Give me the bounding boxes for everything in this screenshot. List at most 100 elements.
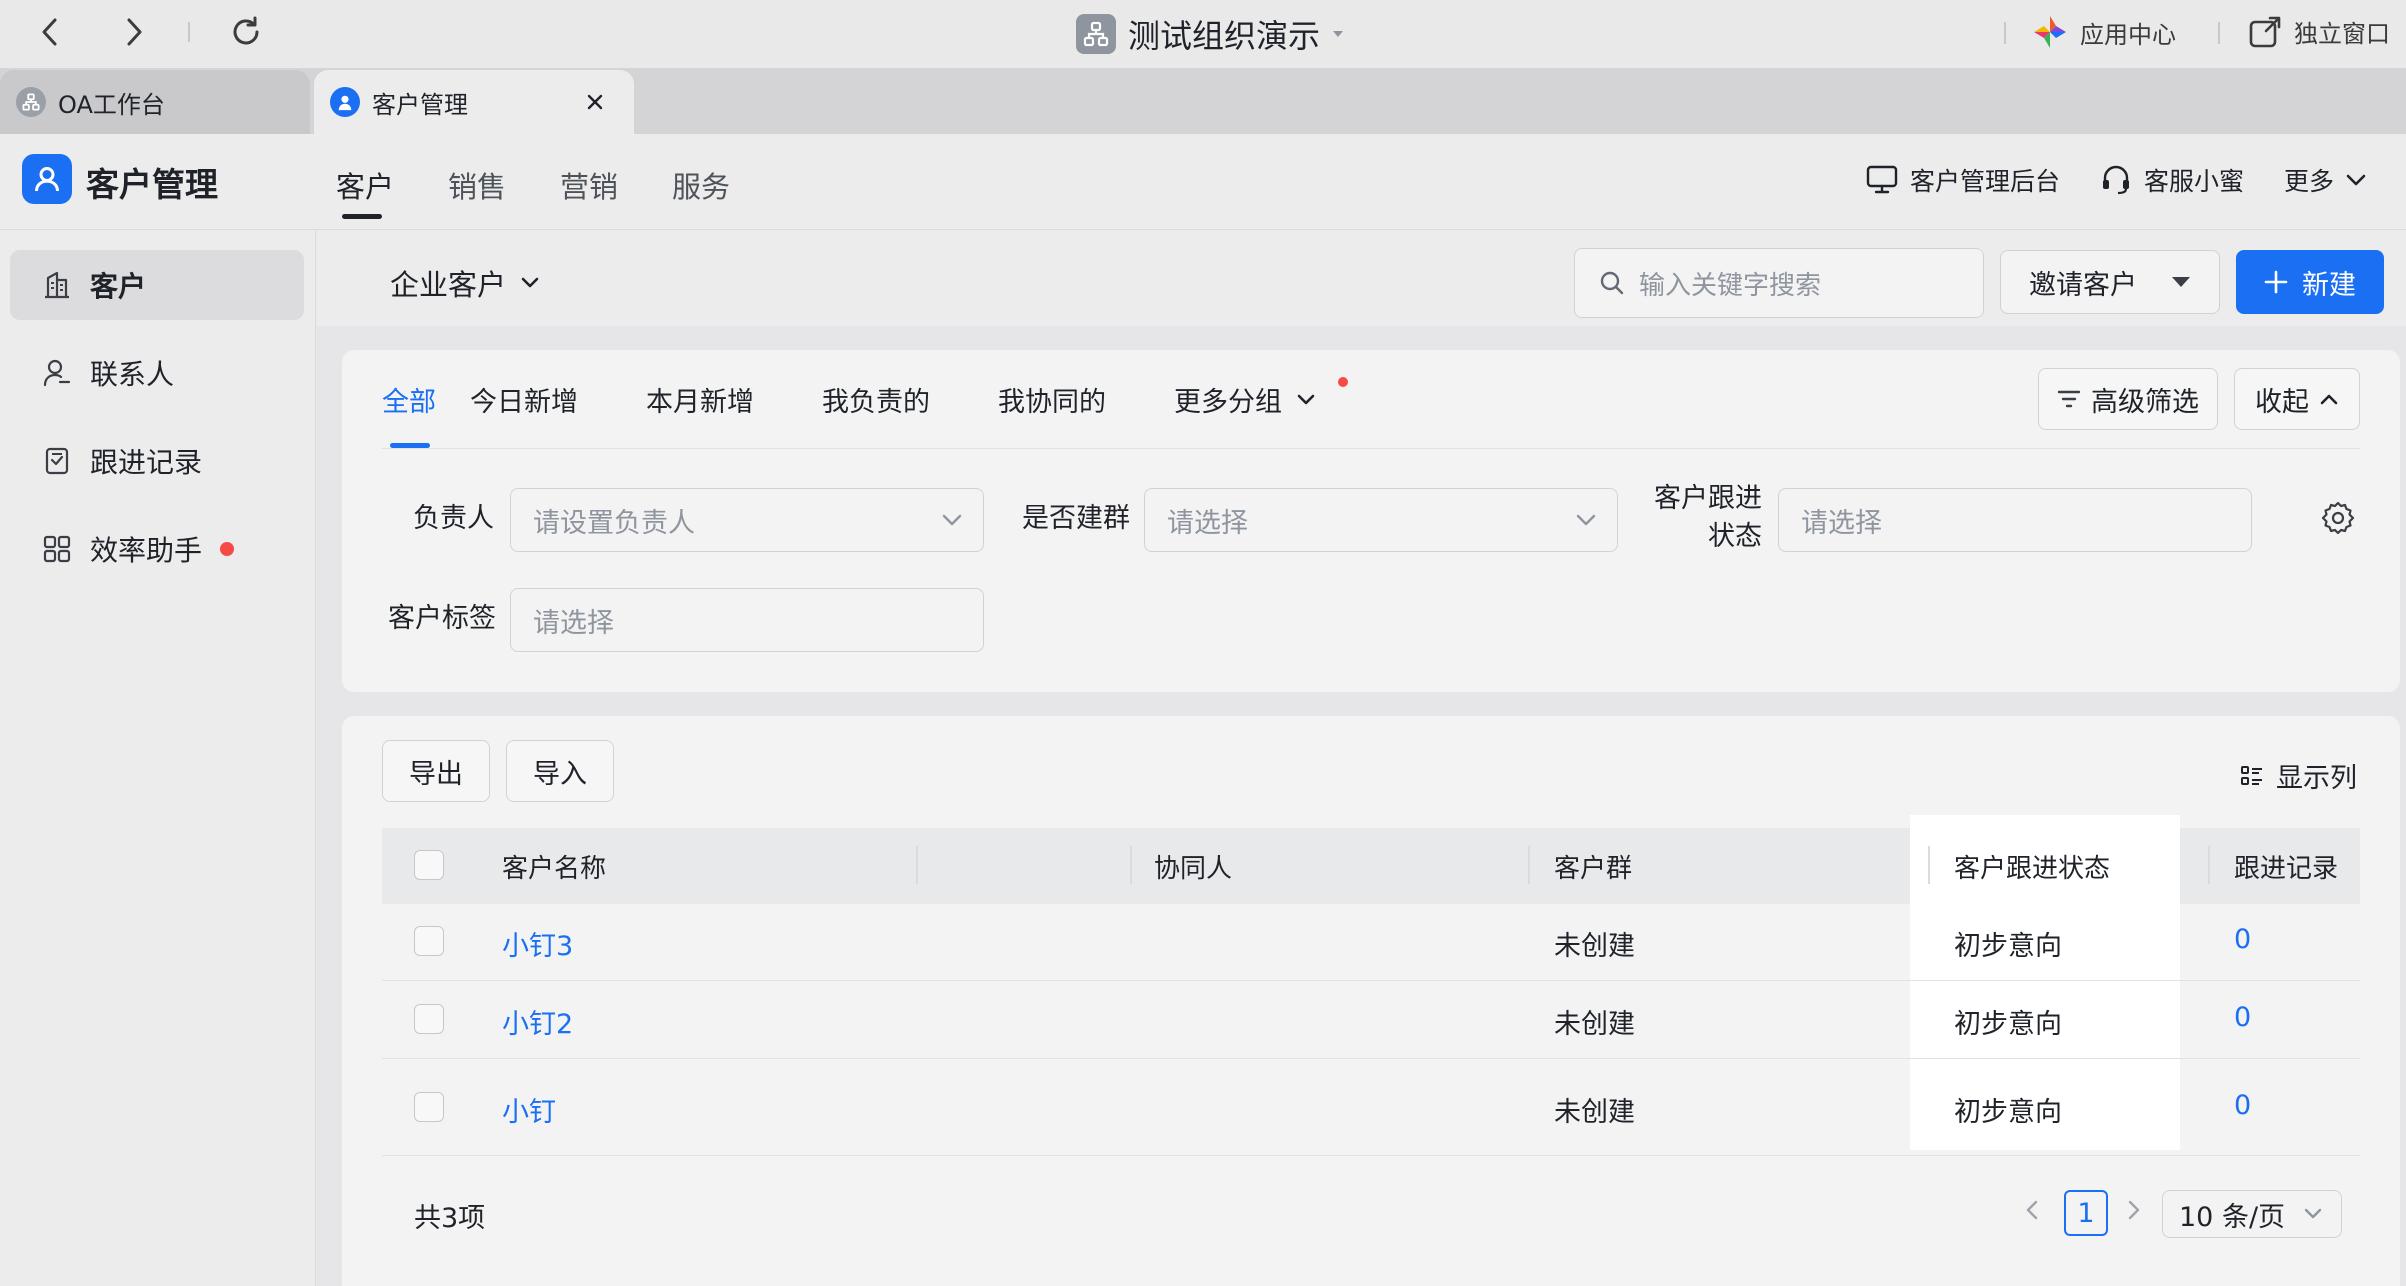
tab-month-new[interactable]: 本月新增 — [646, 380, 754, 419]
org-tree-icon — [1076, 14, 1116, 54]
forward-button[interactable] — [110, 8, 158, 56]
back-button[interactable] — [26, 8, 74, 56]
column-divider[interactable] — [916, 846, 918, 884]
org-tree-icon — [16, 87, 46, 117]
chevron-down-icon — [2304, 1208, 2322, 1219]
more-menu-button[interactable]: 更多 — [2284, 162, 2366, 198]
more-label: 更多 — [2284, 167, 2335, 196]
row-checkbox[interactable] — [414, 926, 444, 956]
row-divider — [382, 980, 2360, 981]
tab-today-new[interactable]: 今日新增 — [470, 380, 578, 419]
collapse-label: 收起 — [2255, 386, 2309, 418]
row-divider — [382, 1155, 2360, 1156]
chevron-left-icon — [42, 18, 57, 46]
service-assistant-button[interactable]: 客服小蜜 — [2100, 162, 2244, 198]
total-count: 共3项 — [414, 1203, 486, 1234]
app-center-button[interactable]: 应用中心 — [2032, 14, 2176, 50]
new-button[interactable]: 新建 — [2236, 250, 2384, 314]
app-center-label: 应用中心 — [2080, 20, 2176, 49]
sidebar-item-efficiency-assistant[interactable]: 效率助手 — [10, 514, 304, 584]
view-selector-label: 企业客户 — [390, 268, 507, 302]
follow-records-link[interactable]: 0 — [2234, 1090, 2251, 1121]
sidebar-item-customer[interactable]: 客户 — [10, 250, 304, 320]
column-divider[interactable] — [1528, 846, 1530, 884]
customer-name-link[interactable]: 小钉2 — [502, 1002, 573, 1041]
column-header-follow-status[interactable]: 客户跟进状态 — [1954, 848, 2110, 885]
customer-tag-label: 客户标签 — [388, 603, 496, 634]
column-header-customer-name[interactable]: 客户名称 — [502, 848, 606, 885]
prev-page-button[interactable] — [2024, 1196, 2040, 1224]
list-columns-icon — [2241, 765, 2262, 785]
customer-tag-select[interactable]: 请选择 — [510, 588, 984, 652]
column-header-follow-records[interactable]: 跟进记录 — [2234, 848, 2338, 885]
sidebar-item-label: 跟进记录 — [90, 446, 203, 479]
column-divider[interactable] — [1928, 846, 1930, 884]
advanced-filter-button[interactable]: 高级筛选 — [2038, 368, 2218, 430]
standalone-window-label: 独立窗口 — [2294, 20, 2390, 48]
view-selector[interactable]: 企业客户 — [390, 262, 540, 304]
invite-customer-button[interactable]: 邀请客户 — [2000, 250, 2220, 314]
app-title: 客户管理 — [86, 165, 218, 204]
close-icon[interactable] — [586, 93, 604, 111]
follow-status-select[interactable]: 请选择 — [1778, 488, 2252, 552]
owner-placeholder: 请设置负责人 — [533, 507, 695, 539]
tab-all[interactable]: 全部 — [382, 380, 436, 419]
customer-name-link[interactable]: 小钉3 — [502, 924, 573, 963]
chevron-down-icon — [521, 277, 539, 288]
filter-settings-button[interactable] — [2320, 500, 2356, 536]
follow-records-link[interactable]: 0 — [2234, 924, 2251, 955]
contact-icon — [43, 359, 71, 387]
customer-group-cell: 未创建 — [1554, 931, 1635, 962]
next-page-button[interactable] — [2126, 1196, 2142, 1224]
row-checkbox[interactable] — [414, 1092, 444, 1122]
nav-service[interactable]: 服务 — [672, 164, 730, 206]
export-button[interactable]: 导出 — [382, 740, 490, 802]
tab-my-responsible[interactable]: 我负责的 — [822, 380, 930, 419]
tab-more-groups[interactable]: 更多分组 — [1174, 380, 1316, 419]
column-header-collaborator[interactable]: 协同人 — [1154, 848, 1232, 885]
tab-oa-workbench[interactable]: OA工作台 — [0, 70, 310, 134]
display-columns-label: 显示列 — [2276, 763, 2357, 794]
follow-records-link[interactable]: 0 — [2234, 1002, 2251, 1033]
org-switcher[interactable]: 测试组织演示 — [1076, 8, 1344, 60]
customer-tag-placeholder: 请选择 — [533, 607, 614, 639]
group-chat-select[interactable]: 请选择 — [1144, 488, 1618, 552]
row-checkbox[interactable] — [414, 1004, 444, 1034]
follow-status-placeholder: 请选择 — [1801, 507, 1882, 539]
tab-customer-management[interactable]: 客户管理 — [314, 70, 634, 134]
customer-name-link[interactable]: 小钉 — [502, 1090, 556, 1129]
chevron-right-icon — [127, 18, 142, 46]
column-header-customer-group[interactable]: 客户群 — [1554, 848, 1632, 885]
service-assistant-label: 客服小蜜 — [2144, 167, 2245, 196]
standalone-window-button[interactable]: 独立窗口 — [2248, 14, 2390, 49]
building-icon — [45, 271, 69, 299]
caret-down-icon — [2172, 277, 2190, 287]
page-number-current[interactable]: 1 — [2064, 1190, 2108, 1236]
admin-console-button[interactable]: 客户管理后台 — [1866, 162, 2060, 198]
user-icon — [330, 87, 360, 117]
column-divider[interactable] — [1130, 846, 1132, 884]
active-nav-indicator — [342, 214, 382, 219]
app-center-icon — [2034, 16, 2066, 48]
import-button[interactable]: 导入 — [506, 740, 614, 802]
refresh-button[interactable] — [222, 8, 270, 56]
follow-status-label: 客户跟进 状态 — [1640, 480, 1762, 556]
app-logo — [22, 154, 72, 204]
nav-customer[interactable]: 客户 — [336, 164, 394, 206]
sidebar-item-follow-records[interactable]: 跟进记录 — [10, 426, 304, 496]
follow-status-cell: 初步意向 — [1954, 931, 2062, 962]
nav-marketing[interactable]: 营销 — [560, 164, 618, 206]
search-input[interactable]: 输入关键字搜索 — [1574, 248, 1984, 318]
page-size-select[interactable]: 10 条/页 — [2162, 1190, 2342, 1238]
owner-select[interactable]: 请设置负责人 — [510, 488, 984, 552]
chevron-down-icon — [1297, 394, 1315, 404]
group-chat-placeholder: 请选择 — [1167, 507, 1248, 539]
tab-my-collaborated[interactable]: 我协同的 — [998, 380, 1106, 419]
display-columns-button[interactable]: 显示列 — [2240, 756, 2357, 795]
column-divider[interactable] — [2208, 846, 2210, 884]
sidebar-item-label: 客户 — [90, 270, 147, 303]
sidebar-item-contacts[interactable]: 联系人 — [10, 338, 304, 408]
nav-sales[interactable]: 销售 — [448, 164, 506, 206]
collapse-button[interactable]: 收起 — [2234, 368, 2360, 430]
select-all-checkbox[interactable] — [414, 850, 444, 880]
